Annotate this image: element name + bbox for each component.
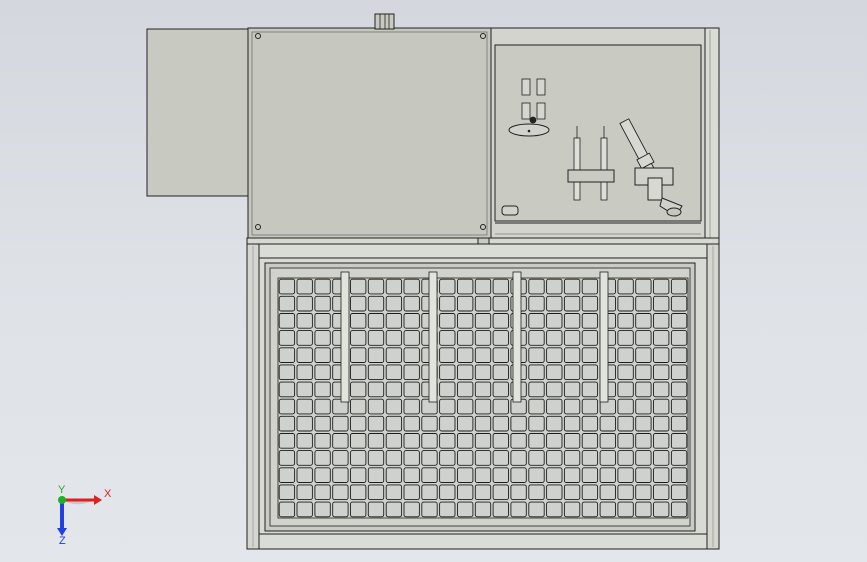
orientation-triad: X Y Z xyxy=(57,484,112,547)
grid-tray[interactable] xyxy=(264,262,696,532)
triad-x-label: X xyxy=(104,488,112,500)
triad-x-arrow xyxy=(94,495,102,505)
cabinet-door[interactable] xyxy=(247,27,492,240)
cabinet-side-box[interactable] xyxy=(146,28,249,197)
triad-y-axis xyxy=(58,496,66,504)
cad-viewport[interactable]: X Y Z xyxy=(0,0,867,562)
triad-y-label: Y xyxy=(58,484,66,496)
status-indicator xyxy=(501,205,519,216)
rod-clamp-block xyxy=(567,169,615,183)
triad-z-label: Z xyxy=(59,535,66,547)
oval-badge xyxy=(508,123,550,137)
top-connector xyxy=(374,13,395,30)
